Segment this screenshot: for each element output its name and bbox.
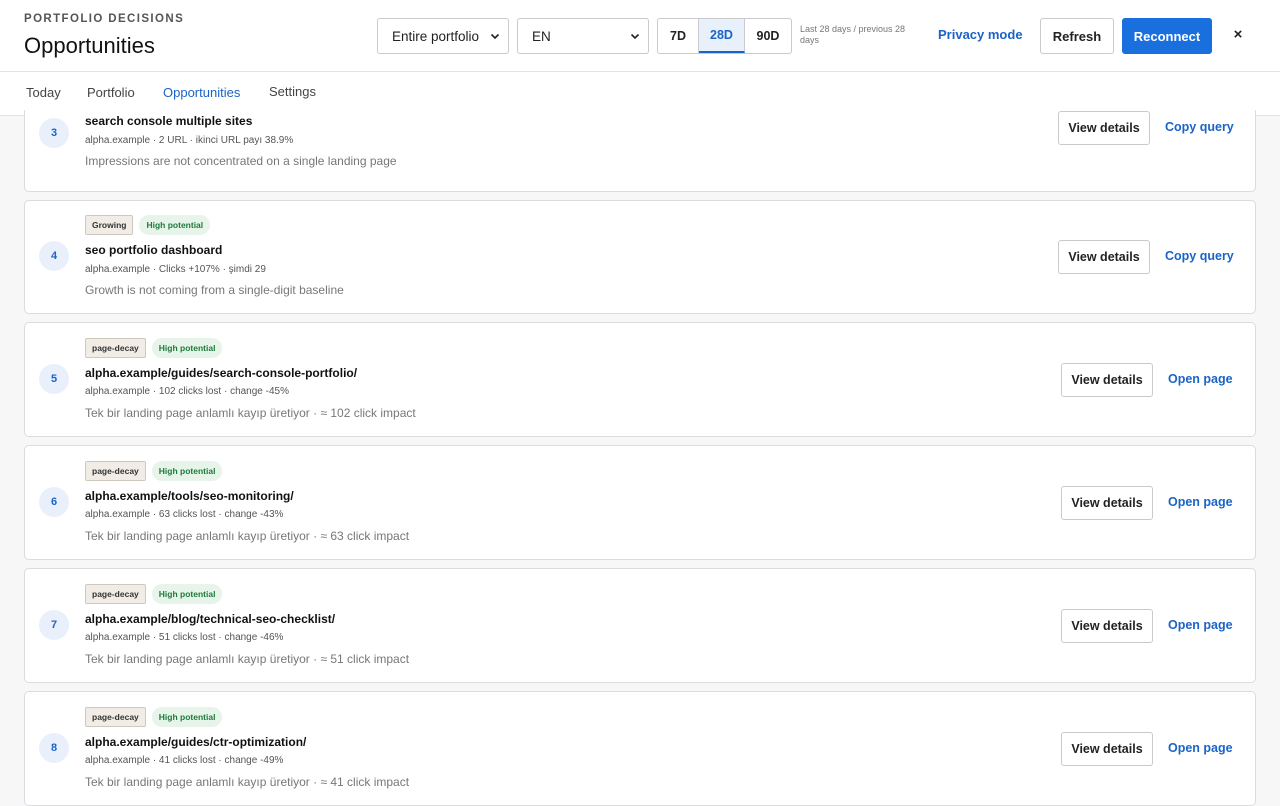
- card-meta: alpha.example · 41 clicks lost · change …: [85, 755, 284, 766]
- view-details-button[interactable]: View details: [1058, 111, 1150, 145]
- range-button-90d[interactable]: 90D: [745, 19, 791, 53]
- potential-tag: High potential: [151, 584, 223, 604]
- card-description: Tek bir landing page anlamlı kayıp üreti…: [85, 529, 410, 543]
- open-page-link[interactable]: Open page: [1168, 741, 1233, 755]
- chevron-down-icon: [490, 33, 500, 40]
- copy-query-link[interactable]: Copy query: [1165, 249, 1234, 263]
- open-page-link[interactable]: Open page: [1168, 495, 1233, 509]
- range-button-7d[interactable]: 7D: [658, 19, 699, 53]
- tag-group: Growing High potential: [85, 215, 211, 235]
- copy-query-link[interactable]: Copy query: [1165, 120, 1234, 134]
- card-description: Tek bir landing page anlamlı kayıp üreti…: [85, 406, 416, 420]
- date-range-toggle: 7D 28D 90D: [657, 18, 792, 54]
- potential-tag: High potential: [151, 461, 223, 481]
- opportunity-card: page-decay High potential 7 alpha.exampl…: [24, 568, 1256, 683]
- card-title: seo portfolio dashboard: [85, 243, 223, 257]
- refresh-button[interactable]: Refresh: [1040, 18, 1114, 54]
- close-icon[interactable]: ×: [1230, 26, 1246, 44]
- card-description: Growth is not coming from a single-digit…: [85, 283, 344, 297]
- card-meta: alpha.example · 102 clicks lost · change…: [85, 386, 289, 397]
- open-page-link[interactable]: Open page: [1168, 372, 1233, 386]
- language-select-value: EN: [532, 28, 551, 44]
- card-title: search console multiple sites: [85, 114, 253, 128]
- card-description: Impressions are not concentrated on a si…: [85, 154, 397, 168]
- type-tag: page-decay: [85, 338, 146, 358]
- potential-tag: High potential: [139, 215, 211, 235]
- opportunity-card: page-decay High potential 6 alpha.exampl…: [24, 445, 1256, 560]
- card-meta: alpha.example · 2 URL · ikinci URL payı …: [85, 135, 294, 146]
- opportunity-card: page-decay High potential 8 alpha.exampl…: [24, 691, 1256, 806]
- open-page-link[interactable]: Open page: [1168, 618, 1233, 632]
- view-details-button[interactable]: View details: [1061, 363, 1153, 397]
- type-tag: page-decay: [85, 707, 146, 727]
- card-description: Tek bir landing page anlamlı kayıp üreti…: [85, 652, 410, 666]
- range-button-28d[interactable]: 28D: [699, 19, 745, 53]
- rank-badge: 6: [39, 487, 69, 517]
- type-tag: page-decay: [85, 584, 146, 604]
- rank-badge: 5: [39, 364, 69, 394]
- rank-badge: 7: [39, 610, 69, 640]
- range-note: Last 28 days / previous 28 days: [800, 24, 906, 45]
- card-meta: alpha.example · Clicks +107% · şimdi 29: [85, 264, 266, 275]
- top-header: PORTFOLIO DECISIONS Opportunities Entire…: [0, 0, 1280, 72]
- opportunity-card: Growing High potential 4 seo portfolio d…: [24, 200, 1256, 314]
- tag-group: page-decay High potential: [85, 584, 223, 604]
- view-details-button[interactable]: View details: [1061, 609, 1153, 643]
- rank-badge: 8: [39, 733, 69, 763]
- potential-tag: High potential: [151, 338, 223, 358]
- tab-portfolio[interactable]: Portfolio: [87, 85, 135, 100]
- card-title: alpha.example/guides/ctr-optimization/: [85, 735, 307, 749]
- card-title: alpha.example/tools/seo-monitoring/: [85, 489, 294, 503]
- card-title: alpha.example/blog/technical-seo-checkli…: [85, 612, 336, 626]
- card-description: Tek bir landing page anlamlı kayıp üreti…: [85, 775, 410, 789]
- type-tag: Growing: [85, 215, 134, 235]
- page-title: Opportunities: [24, 33, 155, 58]
- card-meta: alpha.example · 63 clicks lost · change …: [85, 509, 284, 520]
- view-details-button[interactable]: View details: [1061, 486, 1153, 520]
- scope-select[interactable]: Entire portfolio: [377, 18, 509, 54]
- section-eyebrow: PORTFOLIO DECISIONS: [24, 13, 185, 25]
- potential-tag: High potential: [151, 707, 223, 727]
- rank-badge: 4: [39, 241, 69, 271]
- type-tag: page-decay: [85, 461, 146, 481]
- card-meta: alpha.example · 51 clicks lost · change …: [85, 632, 284, 643]
- view-details-button[interactable]: View details: [1061, 732, 1153, 766]
- chevron-down-icon: [630, 33, 640, 40]
- view-details-button[interactable]: View details: [1058, 240, 1150, 274]
- tag-group: page-decay High potential: [85, 707, 223, 727]
- card-title: alpha.example/guides/search-console-port…: [85, 366, 358, 380]
- language-select[interactable]: EN: [517, 18, 649, 54]
- scope-select-value: Entire portfolio: [392, 28, 480, 44]
- tag-group: page-decay High potential: [85, 461, 223, 481]
- privacy-mode-button[interactable]: Privacy mode: [938, 27, 1023, 42]
- tab-opportunities[interactable]: Opportunities: [163, 85, 240, 100]
- rank-badge: 3: [39, 118, 69, 148]
- opportunity-card: 3 search console multiple sites alpha.ex…: [24, 110, 1256, 192]
- opportunity-card: page-decay High potential 5 alpha.exampl…: [24, 322, 1256, 437]
- tab-settings[interactable]: Settings: [269, 84, 316, 99]
- reconnect-button[interactable]: Reconnect: [1122, 18, 1212, 54]
- tag-group: page-decay High potential: [85, 338, 223, 358]
- tab-today[interactable]: Today: [26, 85, 61, 100]
